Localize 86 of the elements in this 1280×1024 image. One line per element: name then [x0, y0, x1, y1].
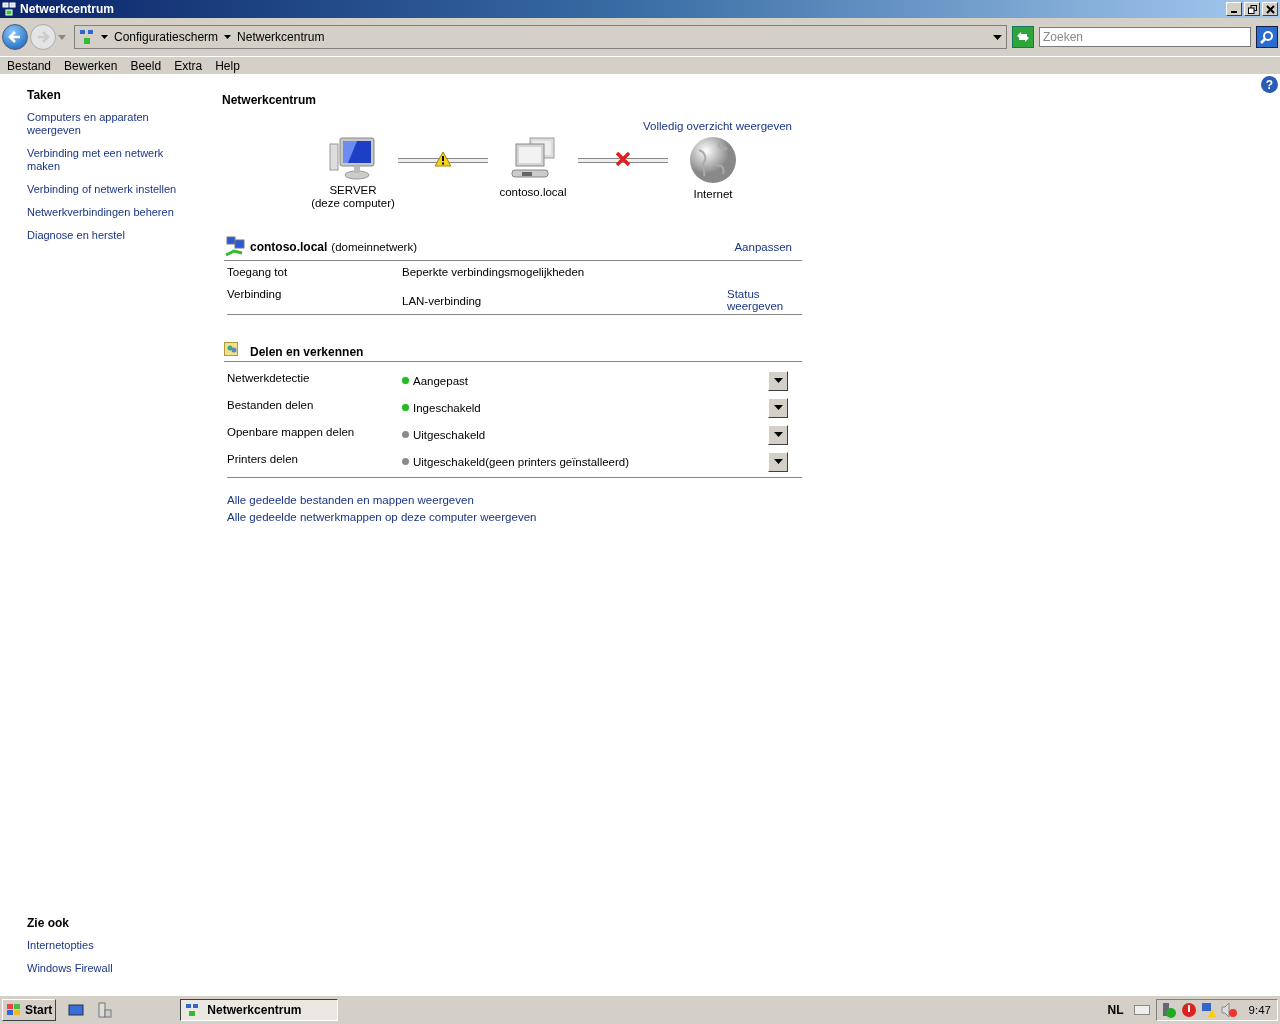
row-label: Verbinding	[227, 288, 283, 300]
expand-button[interactable]	[768, 424, 788, 445]
sharing-icon	[224, 342, 238, 356]
network-icon	[224, 236, 246, 258]
section-title: Delen en verkennen	[250, 344, 364, 359]
menu-item[interactable]: Bestand	[2, 58, 60, 73]
minimize-button[interactable]	[1226, 2, 1242, 16]
see-also-link[interactable]: Internetopties	[27, 939, 177, 952]
row-label: Netwerkdetectie	[227, 371, 311, 384]
taskbar-window[interactable]: Netwerkcentrum	[180, 999, 339, 1021]
caret-icon	[773, 432, 783, 437]
caret-icon	[773, 378, 783, 383]
dropdown-icon[interactable]	[993, 34, 1002, 40]
customize-link[interactable]: Aanpassen	[734, 241, 792, 253]
row-value: Uitgeschakeld(geen printers geïnstalleerd)	[413, 455, 630, 468]
help-button[interactable]: ?	[1261, 76, 1278, 93]
clock: 9:47	[1248, 1004, 1271, 1016]
error-icon	[615, 151, 631, 167]
start-button[interactable]: Start	[2, 999, 57, 1021]
network-warning-icon[interactable]	[1200, 1002, 1217, 1018]
row-value: Ingeschakeld	[413, 401, 481, 414]
task-link[interactable]: Computers en apparaten weergeven	[27, 111, 177, 137]
task-link[interactable]: Netwerkverbindingen beheren	[27, 206, 177, 219]
row-label: Bestanden delen	[227, 398, 315, 411]
desktop-icon[interactable]	[68, 1003, 85, 1017]
row-label: Openbare mappen delen	[227, 425, 356, 438]
restore-icon	[1247, 4, 1257, 14]
restore-button[interactable]	[1244, 2, 1260, 16]
network-icon	[185, 1003, 200, 1017]
close-icon	[1265, 4, 1275, 14]
row-value: Aangepast	[413, 374, 468, 387]
speaker-muted-icon[interactable]	[1220, 1002, 1237, 1018]
globe-icon	[689, 136, 737, 184]
keyboard-icon[interactable]	[1133, 1004, 1150, 1016]
row-label: Printers delen	[227, 452, 299, 465]
network-type: (domeinnetwerk)	[331, 241, 417, 253]
menu-item[interactable]: Bewerken	[59, 58, 126, 73]
window-title: Netwerkcentrum	[20, 2, 115, 16]
address-field[interactable]: Configuratiescherm Netwerkcentrum	[74, 25, 1007, 49]
expand-button[interactable]	[768, 451, 788, 472]
shared-link[interactable]: Alle gedeelde bestanden en mappen weergeven	[227, 494, 474, 506]
node-label: Internet	[693, 188, 733, 201]
caret-icon	[773, 459, 783, 464]
network-icon	[79, 29, 95, 45]
arrow-right-icon	[36, 30, 50, 44]
search-button[interactable]	[1256, 26, 1278, 48]
caret-icon[interactable]	[224, 35, 232, 39]
search-field[interactable]: Zoeken	[1039, 27, 1251, 47]
caret-icon	[773, 405, 783, 410]
network-name: contoso.local	[250, 240, 328, 254]
full-map-link[interactable]: Volledig overzicht weergeven	[643, 120, 792, 132]
row-value: Uitgeschakeld	[413, 428, 486, 441]
refresh-button[interactable]	[1012, 26, 1034, 48]
language-indicator[interactable]: NL	[1103, 1003, 1128, 1017]
menu-item[interactable]: Help	[210, 58, 248, 73]
close-button[interactable]	[1262, 2, 1278, 16]
back-button[interactable]	[2, 24, 28, 50]
menu-item[interactable]: Beeld	[125, 58, 170, 73]
expand-button[interactable]	[768, 397, 788, 418]
node-label: contoso.local	[499, 186, 567, 199]
breadcrumb[interactable]: Netwerkcentrum	[237, 30, 325, 44]
see-also-link[interactable]: Windows Firewall	[27, 962, 177, 975]
computer-icon	[328, 136, 378, 180]
task-link[interactable]: Diagnose en herstel	[27, 229, 177, 242]
row-value: LAN-verbinding	[402, 295, 482, 307]
node-label: SERVER (deze computer)	[311, 184, 395, 210]
warning-icon	[434, 151, 452, 167]
page-title: Netwerkcentrum	[222, 93, 318, 107]
menu-item[interactable]: Extra	[169, 58, 211, 73]
expand-button[interactable]	[768, 370, 788, 391]
row-value: Beperkte verbindingsmogelijkheden	[402, 266, 585, 278]
breadcrumb[interactable]: Configuratiescherm	[114, 30, 219, 44]
windows-logo	[6, 1003, 22, 1017]
sidebar-heading: Taken	[27, 88, 62, 102]
refresh-icon	[1015, 30, 1031, 44]
row-label: Toegang tot	[227, 266, 289, 278]
shared-link[interactable]: Alle gedeelde netwerkmappen op deze computer weergeven	[227, 511, 537, 523]
status-link[interactable]: Status weergeven	[727, 288, 792, 312]
task-link[interactable]: Verbinding of netwerk instellen	[27, 183, 177, 196]
alert-icon[interactable]	[1180, 1002, 1197, 1018]
sidebar-heading: Zie ook	[27, 916, 70, 930]
caret-icon[interactable]	[101, 35, 108, 39]
search-icon	[1260, 30, 1274, 44]
network-icon	[2, 2, 16, 16]
arrow-left-icon	[8, 30, 22, 44]
task-link[interactable]: Verbinding met een netwerk maken	[27, 147, 177, 173]
